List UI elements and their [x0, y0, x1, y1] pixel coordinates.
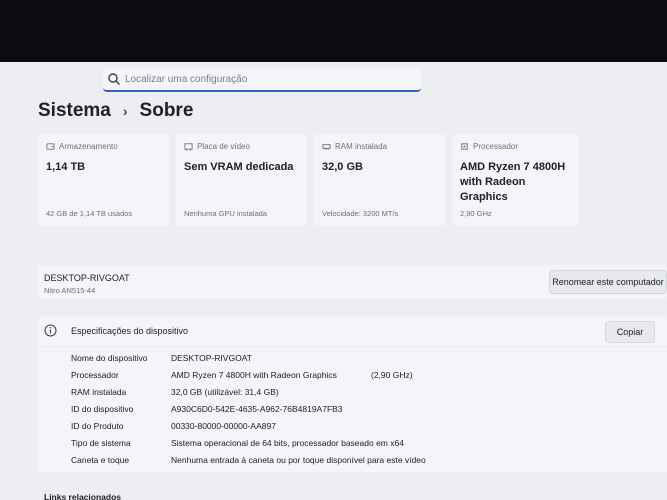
card-sub: 2,90 GHz	[460, 209, 492, 218]
rename-button[interactable]: Renomear este computador	[549, 270, 667, 294]
spec-key: Caneta e toque	[71, 455, 130, 465]
spec-value: Sistema operacional de 64 bits, processa…	[171, 438, 404, 448]
search-icon	[108, 73, 120, 85]
device-model: Nitro AN515-44	[44, 286, 96, 295]
card-label: Placa de vídeo	[197, 142, 250, 151]
card-sub: 42 GB de 1,14 TB usados	[46, 209, 133, 218]
settings-window: Localizar uma configuração Sistema › Sob…	[0, 62, 667, 500]
card-value: AMD Ryzen 7 4800H with Radeon Graphics	[460, 161, 566, 203]
spec-key: Nome do dispositivo	[71, 353, 148, 363]
spec-value: 00330-80000-00000-AA897	[171, 421, 276, 431]
card-label: Armazenamento	[59, 142, 118, 151]
card-cpu[interactable]: Processador AMD Ryzen 7 4800H with Radeo…	[452, 134, 579, 226]
breadcrumb-separator: ›	[122, 103, 128, 119]
search-placeholder: Localizar uma configuração	[125, 73, 248, 85]
copy-button[interactable]: Copiar	[605, 321, 655, 343]
card-value: Sem VRAM dedicada	[184, 161, 294, 173]
card-sub: Nenhuma GPU instalada	[184, 209, 267, 218]
page-title: Sistema › Sobre	[38, 100, 193, 122]
info-icon	[44, 324, 57, 337]
spec-key: Processador	[71, 370, 119, 380]
card-value: 1,14 TB	[46, 161, 86, 173]
gpu-icon	[184, 143, 193, 151]
spec-key: Tipo de sistema	[71, 438, 131, 448]
ram-icon	[322, 144, 331, 150]
storage-icon	[46, 143, 55, 150]
related-links-label: Links relacionados	[44, 492, 121, 500]
card-value: 32,0 GB	[322, 161, 363, 173]
device-specs-body: Nome do dispositivo DESKTOP-RIVGOAT Proc…	[38, 347, 667, 472]
spec-value: 32,0 GB (utilizável: 31,4 GB)	[171, 387, 279, 397]
search-box[interactable]: Localizar uma configuração	[103, 68, 421, 92]
card-sub: Velocidade: 3200 MT/s	[322, 209, 399, 218]
specs-title: Especificações do dispositivo	[71, 326, 189, 336]
spec-value: A930C6D0-542E-4635-A962-76B4819A7FB3	[171, 404, 343, 414]
card-gpu[interactable]: Placa de vídeo Sem VRAM dedicada Nenhuma…	[176, 134, 307, 226]
breadcrumb-current: Sobre	[139, 100, 194, 121]
spec-value: AMD Ryzen 7 4800H with Radeon Graphics	[171, 370, 337, 380]
spec-value: DESKTOP-RIVGOAT	[171, 353, 252, 363]
card-storage[interactable]: Armazenamento 1,14 TB 42 GB de 1,14 TB u…	[38, 134, 169, 226]
device-name-row: DESKTOP-RIVGOAT Nitro AN515-44 Renomear …	[38, 265, 667, 299]
card-ram[interactable]: RAM instalada 32,0 GB Velocidade: 3200 M…	[314, 134, 445, 226]
spec-value: Nenhuma entrada à caneta ou por toque di…	[171, 455, 426, 465]
card-label: Processador	[473, 142, 518, 151]
device-name: DESKTOP-RIVGOAT	[44, 273, 130, 283]
breadcrumb-parent[interactable]: Sistema	[38, 100, 111, 122]
cpu-icon	[461, 143, 468, 150]
card-label: RAM instalada	[335, 142, 388, 151]
spec-key: ID do dispositivo	[71, 404, 134, 414]
spec-extra: (2,90 GHz)	[371, 370, 413, 380]
spec-key: RAM instalada	[71, 387, 127, 397]
spec-key: ID do Produto	[71, 421, 124, 431]
summary-cards: Armazenamento 1,14 TB 42 GB de 1,14 TB u…	[38, 134, 667, 226]
device-specs-header[interactable]: Especificações do dispositivo Copiar	[38, 316, 667, 346]
